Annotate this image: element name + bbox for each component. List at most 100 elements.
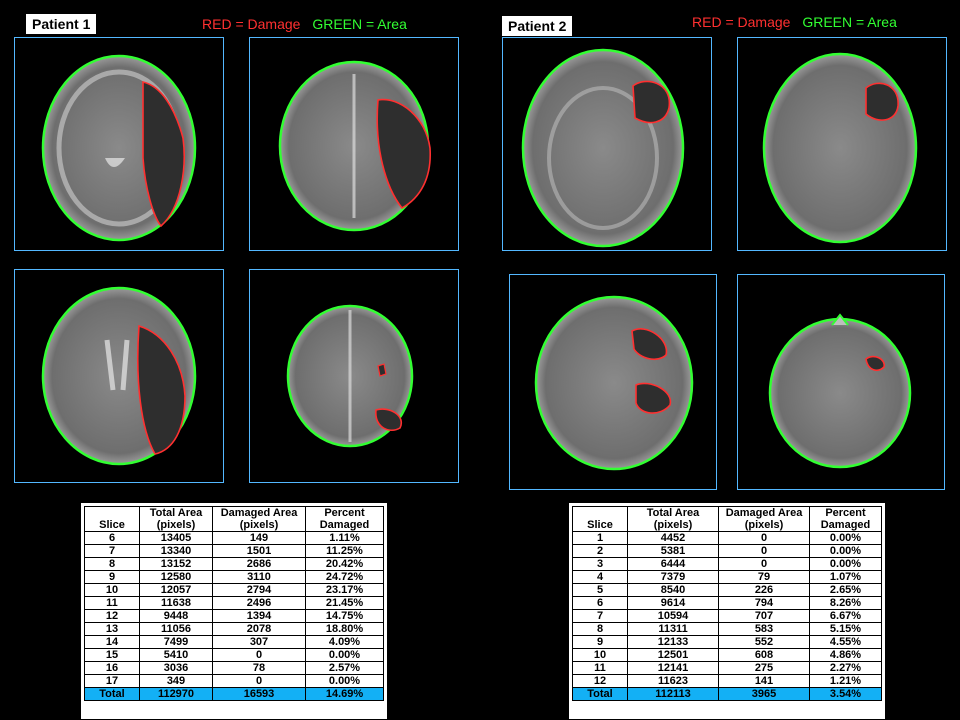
brain-scan-image: [521, 48, 685, 248]
patient-2-legend: RED = Damage GREEN = Area: [692, 14, 897, 30]
header-total-area: Total Area (pixels): [139, 506, 213, 532]
header-total-area: Total Area (pixels): [627, 506, 719, 532]
table-cell: 2.57%: [305, 661, 384, 675]
table-row: 4 7379 79 1.07%: [572, 570, 882, 584]
brain-scan-image: [278, 60, 431, 232]
patient-1-scan-slice-d: [249, 269, 459, 483]
table-total-cell: Total: [572, 687, 628, 701]
table-cell: 1501: [212, 544, 306, 558]
table-cell: 0: [718, 531, 810, 545]
table-cell: 4.55%: [809, 635, 882, 649]
table-cell: 1.21%: [809, 674, 882, 688]
table-cell: 141: [718, 674, 810, 688]
table-cell: 78: [212, 661, 306, 675]
legend-green-area: GREEN = Area: [802, 14, 897, 30]
table-row: 11 11638 2496 21.45%: [84, 596, 384, 610]
table-cell: 3: [572, 557, 628, 571]
table-cell: 17: [84, 674, 140, 688]
table-cell: 1: [572, 531, 628, 545]
table-cell: 6444: [627, 557, 719, 571]
table-row: 3 6444 0 0.00%: [572, 557, 882, 571]
table-cell: 1394: [212, 609, 306, 623]
table-cell: 9614: [627, 596, 719, 610]
table-cell: 4452: [627, 531, 719, 545]
table-row: 8 11311 583 5.15%: [572, 622, 882, 636]
table-cell: 5410: [139, 648, 213, 662]
table-row: 10 12057 2794 23.17%: [84, 583, 384, 597]
table-cell: 12133: [627, 635, 719, 649]
table-cell: 4: [572, 570, 628, 584]
table-cell: 0: [212, 648, 306, 662]
table-row: 17 349 0 0.00%: [84, 674, 384, 688]
table-cell: 4.09%: [305, 635, 384, 649]
patient-1-legend: RED = Damage GREEN = Area: [202, 16, 407, 32]
legend-green-area: GREEN = Area: [312, 16, 407, 32]
table-cell: 5: [572, 583, 628, 597]
table-cell: 2794: [212, 583, 306, 597]
table-cell: 8: [572, 622, 628, 636]
table-cell: 6: [572, 596, 628, 610]
brain-scan-image: [534, 295, 694, 471]
table-cell: 4.86%: [809, 648, 882, 662]
table-cell: 2686: [212, 557, 306, 571]
table-row: 10 12501 608 4.86%: [572, 648, 882, 662]
table-cell: 10: [572, 648, 628, 662]
table-cell: 13152: [139, 557, 213, 571]
table-cell: 5381: [627, 544, 719, 558]
brain-scan-image: [768, 313, 912, 469]
table-header-row: Slice Total Area (pixels) Damaged Area (…: [84, 506, 384, 532]
table-cell: 307: [212, 635, 306, 649]
table-total-cell: Total: [84, 687, 140, 701]
table-total-row: Total 112970 16593 14.69%: [84, 687, 384, 701]
table-cell: 1.11%: [305, 531, 384, 545]
table-cell: 12501: [627, 648, 719, 662]
table-row: 14 7499 307 4.09%: [84, 635, 384, 649]
patient-2-damage-table: Slice Total Area (pixels) Damaged Area (…: [572, 506, 882, 701]
table-cell: 13340: [139, 544, 213, 558]
table-cell: 2: [572, 544, 628, 558]
patient-1-scan-slice-c: [14, 269, 224, 483]
table-cell: 11638: [139, 596, 213, 610]
header-damaged-area: Damaged Area (pixels): [212, 506, 306, 532]
table-cell: 9: [572, 635, 628, 649]
table-cell: 0: [718, 544, 810, 558]
table-total-cell: 112970: [139, 687, 213, 701]
table-cell: 2.65%: [809, 583, 882, 597]
table-cell: 226: [718, 583, 810, 597]
patient-1-damage-table: Slice Total Area (pixels) Damaged Area (…: [84, 506, 384, 701]
header-percent-damaged: Percent Damaged: [305, 506, 384, 532]
table-cell: 11311: [627, 622, 719, 636]
table-cell: 12580: [139, 570, 213, 584]
table-total-cell: 112113: [627, 687, 719, 701]
table-cell: 14.75%: [305, 609, 384, 623]
table-cell: 14: [84, 635, 140, 649]
header-slice: Slice: [84, 506, 140, 532]
table-cell: 707: [718, 609, 810, 623]
table-row: 16 3036 78 2.57%: [84, 661, 384, 675]
header-damaged-area: Damaged Area (pixels): [718, 506, 810, 532]
table-cell: 3036: [139, 661, 213, 675]
table-row: 15 5410 0 0.00%: [84, 648, 384, 662]
table-cell: 10: [84, 583, 140, 597]
table-cell: 0.00%: [809, 531, 882, 545]
table-total-cell: 16593: [212, 687, 306, 701]
table-cell: 7379: [627, 570, 719, 584]
table-row: 8 13152 2686 20.42%: [84, 557, 384, 571]
table-row: 7 13340 1501 11.25%: [84, 544, 384, 558]
table-cell: 0.00%: [809, 557, 882, 571]
table-cell: 8.26%: [809, 596, 882, 610]
table-cell: 13: [84, 622, 140, 636]
table-cell: 7499: [139, 635, 213, 649]
table-row: 9 12133 552 4.55%: [572, 635, 882, 649]
patient-2-scan-slice-a: [502, 37, 712, 251]
table-cell: 6: [84, 531, 140, 545]
table-cell: 6.67%: [809, 609, 882, 623]
table-header-row: Slice Total Area (pixels) Damaged Area (…: [572, 506, 882, 532]
table-cell: 11.25%: [305, 544, 384, 558]
table-cell: 12: [572, 674, 628, 688]
header-slice: Slice: [572, 506, 628, 532]
table-row: 12 9448 1394 14.75%: [84, 609, 384, 623]
table-cell: 7: [84, 544, 140, 558]
table-row: 5 8540 226 2.65%: [572, 583, 882, 597]
legend-red-damage: RED = Damage: [202, 16, 301, 32]
